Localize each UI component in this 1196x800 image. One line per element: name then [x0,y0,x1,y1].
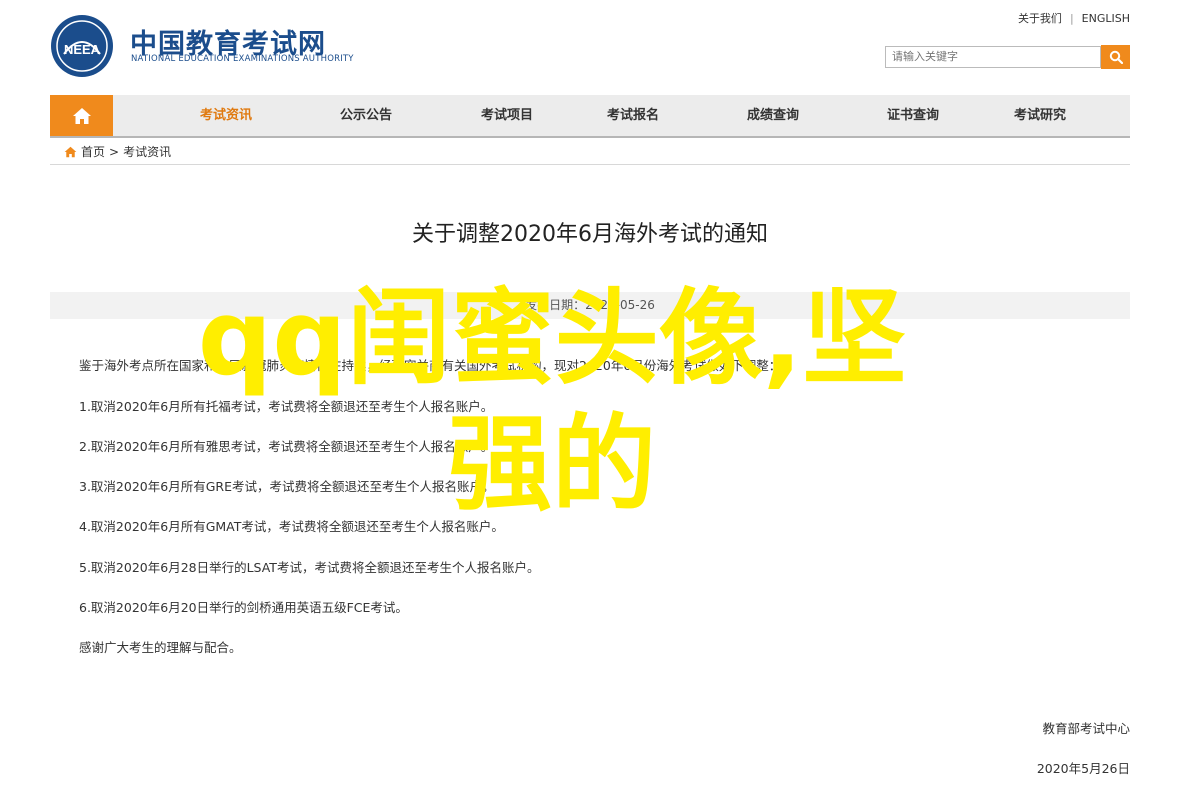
breadcrumb-home-link[interactable]: 首页 [81,143,105,160]
article-paragraph: 鉴于海外考点所在国家和地区新冠肺炎疫情仍在持续，经研究并商有关国外考试机构，现对… [79,358,782,373]
breadcrumb-separator: > [109,144,120,159]
article-closing: 感谢广大考生的理解与配合。 [79,640,242,655]
article-paragraph: 3.取消2020年6月所有GRE考试，考试费将全额退还至考生个人报名账户。 [79,479,495,494]
nav-item-announcements[interactable]: 公示公告 [296,95,436,136]
article-paragraph: 5.取消2020年6月28日举行的LSAT考试，考试费将全额退还至考生个人报名账… [79,560,540,575]
search-button[interactable] [1101,45,1130,69]
nav-item-score-query[interactable]: 成绩查询 [703,95,843,136]
logo-emblem[interactable]: NEEA [50,14,114,78]
nav-item-exam-projects[interactable]: 考试项目 [437,95,577,136]
article-title: 关于调整2020年6月海外考试的通知 [412,222,768,247]
emblem-text: NEEA [64,42,101,57]
nav-item-exam-news[interactable]: 考试资讯 [156,95,296,136]
search-icon [1109,50,1123,64]
nav-item-registration[interactable]: 考试报名 [563,95,703,136]
about-link[interactable]: 关于我们 [1018,10,1062,26]
home-icon [72,107,91,124]
article-paragraph: 2.取消2020年6月所有雅思考试，考试费将全额退还至考生个人报名账户。 [79,439,494,454]
article-date: 2020年5月26日 [1036,761,1130,776]
article-paragraph: 4.取消2020年6月所有GMAT考试，考试费将全额退还至考生个人报名账户。 [79,519,504,534]
article-signature: 教育部考试中心 [1042,721,1130,736]
top-links-divider: | [1069,11,1074,25]
english-link[interactable]: ENGLISH [1082,12,1130,25]
site-title-en: NATIONAL EDUCATION EXAMINATIONS AUTHORIT… [131,54,354,64]
overlay-line-2: 强的 [447,403,656,525]
nav-item-exam-research[interactable]: 考试研究 [970,95,1110,136]
nav-item-certificate-query[interactable]: 证书查询 [843,95,983,136]
article-paragraph: 1.取消2020年6月所有托福考试，考试费将全额退还至考生个人报名账户。 [79,399,494,414]
article-paragraph: 6.取消2020年6月20日举行的剑桥通用英语五级FCE考试。 [79,600,408,615]
breadcrumb: 首页 > 考试资讯 [50,139,1130,165]
home-icon [64,146,77,157]
publish-date-bar: 发布日期：2020-05-26 [50,292,1130,319]
main-nav: 考试资讯 公示公告 考试项目 考试报名 成绩查询 证书查询 考试研究 [50,95,1130,138]
nav-home-button[interactable] [50,95,113,136]
search-input[interactable] [885,46,1101,68]
top-links: 关于我们 | ENGLISH [1018,10,1130,26]
breadcrumb-current-link[interactable]: 考试资讯 [123,143,171,160]
